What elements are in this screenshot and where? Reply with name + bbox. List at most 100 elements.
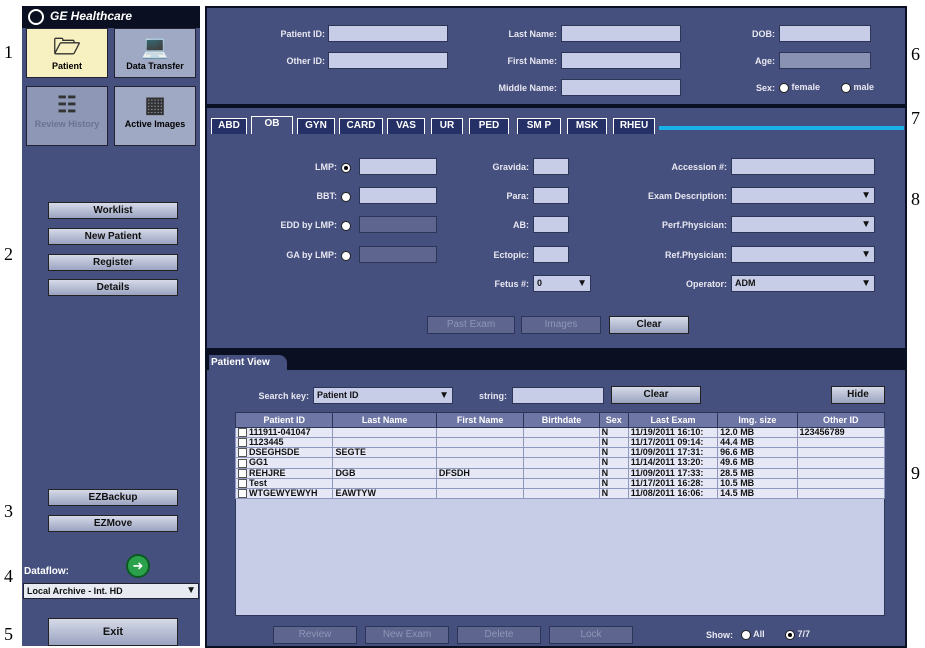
tab-abd[interactable]: ABD	[211, 118, 247, 134]
dataflow-select[interactable]: Local Archive - Int. HD ▼	[23, 583, 199, 599]
row-checkbox[interactable]	[238, 448, 247, 457]
col-sex[interactable]: Sex	[598, 412, 629, 428]
ezbackup-button[interactable]: EZBackup	[48, 489, 178, 506]
lock-button[interactable]: Lock	[549, 626, 633, 644]
cell-img-size: 14.5 MB	[717, 487, 798, 499]
middle-name-field[interactable]	[561, 79, 681, 96]
table-row[interactable]: REHJRE DGB DFSDH N 11/09/2011 17:33: 28.…	[234, 467, 886, 479]
col-birthdate[interactable]: Birthdate	[523, 412, 600, 428]
col-first-name[interactable]: First Name	[435, 412, 525, 428]
delete-button[interactable]: Delete	[457, 626, 541, 644]
col-last-name[interactable]: Last Name	[332, 412, 437, 428]
ga-by-lmp-radio[interactable]	[341, 251, 351, 261]
col-patient-id[interactable]: Patient ID	[234, 412, 334, 428]
ref-physician-select[interactable]: ▼	[731, 246, 875, 263]
cell-last-exam: 11/17/2011 16:28:	[627, 477, 719, 489]
search-key-select[interactable]: Patient ID ▼	[313, 387, 453, 404]
para-field[interactable]	[533, 187, 569, 204]
details-button[interactable]: Details	[48, 279, 178, 296]
cell-sex: N	[598, 426, 629, 439]
tab-smp[interactable]: SM P	[517, 118, 561, 134]
ab-field[interactable]	[533, 216, 569, 233]
bbt-field[interactable]	[359, 187, 437, 204]
row-checkbox[interactable]	[238, 489, 247, 498]
perf-physician-select[interactable]: ▼	[731, 216, 875, 233]
past-exam-button[interactable]: Past Exam	[427, 316, 515, 334]
lmp-radio[interactable]	[341, 163, 351, 173]
other-id-label: Other ID:	[286, 56, 325, 66]
sex-female-option[interactable]: female	[779, 82, 820, 93]
show-all-radio[interactable]	[741, 629, 751, 640]
table-row[interactable]: GG1 N 11/14/2011 13:20: 49.6 MB	[234, 457, 886, 469]
review-button[interactable]: Review	[273, 626, 357, 644]
first-name-label: First Name:	[507, 56, 557, 66]
show-count-radio[interactable]	[785, 629, 795, 640]
edd-by-lmp-radio[interactable]	[341, 221, 351, 231]
exit-button[interactable]: Exit	[48, 618, 178, 646]
fetus-select[interactable]: 0 ▼	[533, 275, 591, 292]
table-row[interactable]: 1123445 N 11/17/2011 09:14: 44.4 MB	[234, 437, 886, 449]
accession-field[interactable]	[731, 158, 875, 175]
edd-by-lmp-label: EDD by LMP:	[280, 220, 337, 230]
hide-button[interactable]: Hide	[831, 386, 885, 404]
show-all-option[interactable]: All	[741, 629, 765, 640]
images-button[interactable]: Images	[521, 316, 601, 334]
ectopic-field[interactable]	[533, 246, 569, 263]
exam-description-select[interactable]: ▼	[731, 187, 875, 204]
new-patient-button[interactable]: New Patient	[48, 228, 178, 245]
cell-last-name: SEGTE	[332, 447, 437, 459]
table-row[interactable]: DSEGHSDE SEGTE N 11/09/2011 17:31: 96.6 …	[234, 447, 886, 459]
search-string-input[interactable]	[512, 387, 604, 404]
col-img-size[interactable]: Img. size	[717, 412, 798, 428]
other-id-field[interactable]	[328, 52, 448, 69]
nav-active-images[interactable]: ▦ Active Images	[114, 86, 196, 146]
lmp-field[interactable]	[359, 158, 437, 175]
first-name-field[interactable]	[561, 52, 681, 69]
row-checkbox[interactable]	[238, 458, 247, 467]
table-row[interactable]: 111911-041047 N 11/19/2011 16:10: 12.0 M…	[234, 426, 886, 439]
table-row[interactable]: Test N 11/17/2011 16:28: 10.5 MB	[234, 477, 886, 489]
dataflow-status-icon[interactable]: ➜	[126, 554, 150, 578]
exam-clear-button[interactable]: Clear	[609, 316, 689, 334]
show-count-option[interactable]: 7/7	[785, 629, 810, 640]
tab-msk[interactable]: MSK	[567, 118, 607, 134]
gravida-field[interactable]	[533, 158, 569, 175]
table-row[interactable]: WTGEWYEWYH EAWTYW N 11/08/2011 16:06: 14…	[234, 487, 886, 499]
patient-view-tab[interactable]: Patient View	[209, 355, 287, 371]
sex-female-radio[interactable]	[779, 82, 789, 93]
tab-ob[interactable]: OB	[251, 116, 293, 134]
nav-review-history[interactable]: ☷ Review History	[26, 86, 108, 146]
tab-ped[interactable]: PED	[469, 118, 509, 134]
last-name-field[interactable]	[561, 25, 681, 42]
sex-male-radio[interactable]	[841, 82, 851, 93]
operator-select[interactable]: ADM ▼	[731, 275, 875, 292]
ezmove-button[interactable]: EZMove	[48, 515, 178, 532]
new-exam-button[interactable]: New Exam	[365, 626, 449, 644]
row-checkbox[interactable]	[238, 479, 247, 488]
row-checkbox[interactable]	[238, 428, 247, 437]
tab-rheu[interactable]: RHEU	[613, 118, 655, 134]
nav-data-transfer[interactable]: 💻 Data Transfer	[114, 28, 196, 78]
row-checkbox[interactable]	[238, 438, 247, 447]
tab-ur[interactable]: UR	[431, 118, 463, 134]
nav-patient[interactable]: 🗁 Patient	[26, 28, 108, 78]
worklist-button[interactable]: Worklist	[48, 202, 178, 219]
edd-by-lmp-field[interactable]	[359, 216, 437, 233]
age-field[interactable]	[779, 52, 871, 69]
cell-first-name	[435, 457, 525, 469]
tab-gyn[interactable]: GYN	[297, 118, 335, 134]
tab-card[interactable]: CARD	[339, 118, 383, 134]
cell-birthdate	[523, 447, 600, 459]
sex-male-option[interactable]: male	[841, 82, 874, 93]
ga-by-lmp-field[interactable]	[359, 246, 437, 263]
register-button[interactable]: Register	[48, 254, 178, 271]
bbt-radio[interactable]	[341, 192, 351, 202]
patient-id-field[interactable]	[328, 25, 448, 42]
col-last-exam[interactable]: Last Exam	[627, 412, 719, 428]
col-other-id[interactable]: Other ID	[796, 412, 886, 428]
tab-vas[interactable]: VAS	[387, 118, 425, 134]
search-clear-button[interactable]: Clear	[611, 386, 701, 404]
dob-field[interactable]	[779, 25, 871, 42]
row-checkbox[interactable]	[238, 469, 247, 478]
cell-sex: N	[598, 447, 629, 459]
